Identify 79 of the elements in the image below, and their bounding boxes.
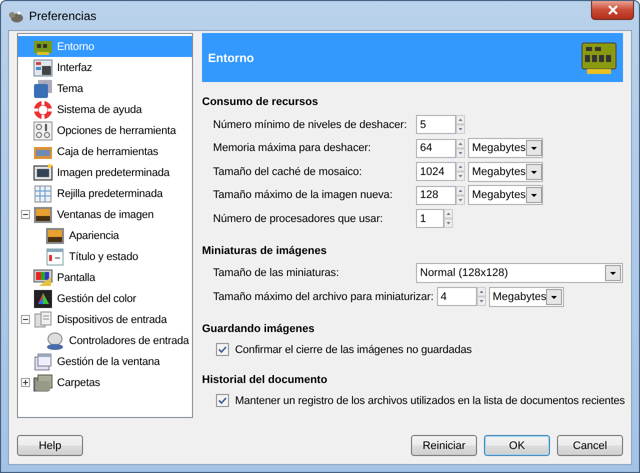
field-label: Memoria máxima para deshacer: [213,142,372,154]
collapse-icon[interactable] [21,210,30,219]
caret-icon [526,140,542,156]
category-icon [33,120,53,140]
caret-icon [546,288,562,305]
tree-item[interactable]: Controladores de entrada [67,332,191,348]
category-icon [45,246,65,266]
unit-dropdown[interactable]: Megabytes [468,138,543,158]
caret-icon [605,265,621,282]
window-title: Preferencias [29,8,96,22]
close-icon [606,5,618,15]
section-heading: Miniaturas de imágenes [202,244,328,258]
field-label: Número mínimo de niveles de deshacer: [213,118,408,131]
field-label: Número de procesadores que usar: [213,212,384,225]
field-label: Tamaño del caché de mosaico: [213,166,363,178]
field-label: Tamaño máximo de la imagen nueva: [213,189,394,202]
dialog-button[interactable]: OK [484,435,550,456]
caret-icon [526,187,542,204]
dialog-button[interactable]: Cancel [557,435,623,456]
number-field[interactable]: 4 [436,287,477,306]
category-icon [33,372,53,392]
category-icon [33,58,53,78]
caret-icon [526,164,542,180]
unit-dropdown[interactable]: Megabytes [488,286,564,307]
spin-arrows-icon[interactable] [444,209,453,228]
category-icon [33,184,53,204]
number-field[interactable]: 1 [416,209,444,228]
tree-item[interactable]: Sistema de ayuda [55,102,144,118]
tree-item[interactable]: Rejilla predeterminada [55,186,165,202]
spin-arrows-icon[interactable] [456,186,465,205]
field-label: Tamaño de las miniaturas: [213,267,340,280]
tree-item[interactable]: Dispositivos de entrada [55,312,169,328]
field-label: Tamaño máximo del archivo para miniaturizar: [213,290,435,303]
tree-item[interactable]: Opciones de herramienta [55,122,178,138]
checkbox-label: Mantener un registro de los archivos utilizados en la lista de documentos recientes [235,394,625,406]
unit-dropdown[interactable]: Megabytes [468,162,543,182]
tree-item[interactable]: Interfaz [55,60,94,76]
tree-item[interactable]: Título y estado [67,248,140,264]
tree-item[interactable]: Apariencia [67,228,121,244]
category-icon [33,310,53,330]
checkbox[interactable] [216,394,229,407]
tree-item[interactable]: Caja de herramientas [55,144,160,160]
tree-item[interactable]: Pantalla [55,270,98,286]
checkbox[interactable] [216,343,229,356]
expand-icon[interactable] [21,378,30,387]
tree-item[interactable]: Ventanas de imagen [55,206,156,222]
tree-item[interactable]: Imagen predeterminada [55,164,172,180]
tree-item[interactable]: Gestión de la ventana [55,354,162,370]
close-button[interactable] [591,1,634,20]
section-heading: Consumo de recursos [202,95,320,110]
unit-dropdown[interactable]: Megabytes [468,185,543,206]
number-field[interactable]: 1024 [416,162,456,182]
category-icon [45,330,65,350]
size-dropdown[interactable]: Normal (128x128) [416,263,623,284]
section-heading: Guardando imágenes [202,322,316,336]
page-title: Entorno [208,50,254,64]
spin-arrows-icon[interactable] [456,115,465,134]
number-field[interactable]: 5 [416,115,456,134]
checkbox-label: Confirmar el cierre de las imágenes no guardadas [235,344,472,356]
category-icon [33,352,53,372]
category-icon [33,78,53,98]
tree-item[interactable]: Tema [55,80,86,96]
category-icon [45,226,65,246]
category-icon [33,204,53,224]
number-field[interactable]: 128 [416,186,456,205]
spin-arrows-icon[interactable] [456,162,465,182]
section-heading: Historial del documento [202,372,328,388]
spin-arrows-icon[interactable] [476,287,486,306]
tree-item[interactable]: Gestión del color [55,290,138,306]
dialog-button[interactable]: Help [17,435,83,456]
category-icon [33,268,53,288]
collapse-icon[interactable] [21,315,30,324]
category-icon [33,100,53,120]
category-icon [33,288,53,308]
dialog-button[interactable]: Reiniciar [411,435,477,456]
spin-arrows-icon[interactable] [456,138,465,158]
category-icon [33,162,53,182]
number-field[interactable]: 64 [416,138,456,158]
tree-item[interactable]: Carpetas [55,374,102,390]
